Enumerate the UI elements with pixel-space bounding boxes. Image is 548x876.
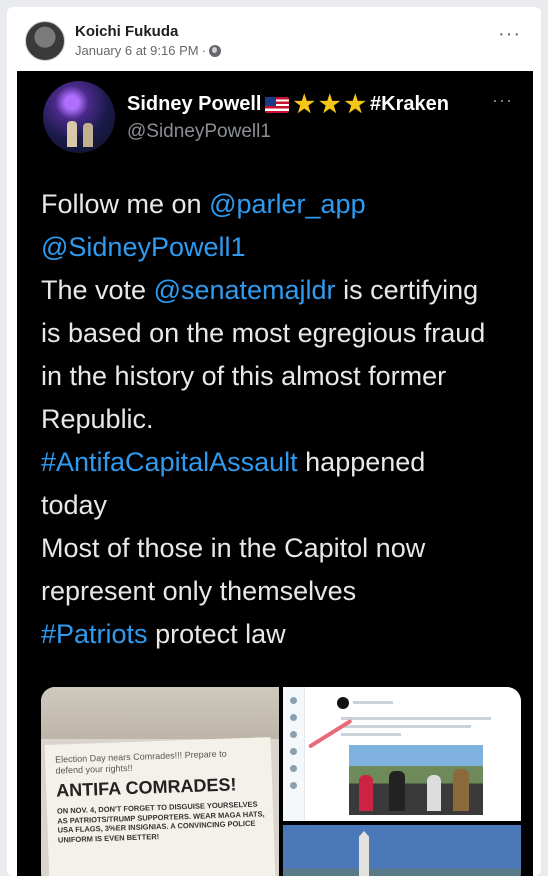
us-flag-icon bbox=[265, 96, 290, 113]
sidebar-dot bbox=[290, 765, 297, 772]
post-more-options-icon[interactable]: ··· bbox=[498, 24, 521, 44]
tweet-text-segment: happened bbox=[297, 447, 426, 477]
tweet-text-segment: Follow me on bbox=[41, 189, 210, 219]
tweet-text-line: Republic. bbox=[41, 398, 521, 441]
tweet-body: Follow me on @parler_app @SidneyPowell1 Th… bbox=[41, 183, 521, 656]
flyer-body: ON NOV. 4, DON'T FORGET TO DISGUISE YOUR… bbox=[56, 799, 265, 845]
sidebar-dot bbox=[290, 782, 297, 789]
avatar-figure bbox=[67, 121, 77, 147]
tweet-text-line: #AntifaCapitalAssault happened bbox=[41, 441, 521, 484]
tweet-text-line: Most of those in the Capitol now bbox=[41, 527, 521, 570]
monument bbox=[359, 831, 369, 876]
tweet-more-icon: ··· bbox=[492, 90, 513, 110]
tweet-author-avatar bbox=[43, 81, 115, 153]
tweet-handle: @SidneyPowell1 bbox=[127, 121, 271, 142]
photo-background bbox=[41, 687, 279, 739]
screenshot-text-line bbox=[341, 733, 401, 736]
hashtag-link: #AntifaCapitalAssault bbox=[41, 447, 298, 477]
tweet-text-segment: is based on the most egregious fraud bbox=[41, 318, 486, 348]
person bbox=[427, 775, 441, 811]
screenshot-text-line bbox=[353, 701, 393, 704]
screenshot-sidebar bbox=[283, 687, 305, 821]
tweet-name-hashtag: #Kraken bbox=[370, 93, 449, 115]
author-avatar[interactable] bbox=[25, 21, 65, 61]
tweet-text-segment: Most of those in the Capitol now bbox=[41, 533, 426, 563]
tweet-display-name: Sidney Powell bbox=[127, 93, 262, 115]
star-icon: ★ bbox=[344, 90, 367, 118]
sidebar-dot bbox=[290, 748, 297, 755]
facebook-post-card: Koichi Fukuda January 6 at 9:16 PM · ···… bbox=[7, 7, 541, 876]
globe-icon[interactable] bbox=[208, 44, 221, 57]
screenshot-photo bbox=[349, 745, 483, 815]
screenshot-text-line bbox=[341, 725, 471, 728]
sidebar-dot bbox=[290, 714, 297, 721]
tweet-text-segment: protect law bbox=[147, 619, 286, 649]
tweet-media-grid: Election Day nears Comrades!!! Prepare t… bbox=[41, 687, 521, 876]
star-icon: ★ bbox=[293, 90, 315, 118]
person bbox=[389, 771, 405, 811]
tweet-text-segment: Republic. bbox=[41, 404, 154, 434]
flyer: Election Day nears Comrades!!! Prepare t… bbox=[44, 737, 276, 876]
mention-link: @SidneyPowell1 bbox=[41, 232, 246, 262]
tweet-text-line: The vote @senatemajldr is certifying bbox=[41, 269, 521, 312]
flyer-intro: Election Day nears Comrades!!! Prepare t… bbox=[54, 748, 227, 776]
tweet-text-segment: in the history of this almost former bbox=[41, 361, 447, 391]
post-header: Koichi Fukuda January 6 at 9:16 PM · ··· bbox=[7, 7, 541, 71]
star-icon: ★ bbox=[319, 90, 341, 118]
tweet-text-segment: today bbox=[41, 490, 108, 520]
embedded-tweet-screenshot[interactable]: Sidney Powell ★ ★ ★ #Kraken ··· @SidneyP… bbox=[17, 71, 533, 876]
meta-separator: · bbox=[201, 43, 206, 58]
tweet-text-line: @SidneyPowell1 bbox=[41, 226, 521, 269]
mention-link: @senatemajldr bbox=[153, 275, 336, 305]
author-name[interactable]: Koichi Fukuda bbox=[75, 23, 178, 40]
tweet-text-segment: The vote bbox=[41, 275, 154, 305]
media-tweet-screenshot bbox=[283, 687, 521, 821]
sidebar-dot bbox=[290, 697, 297, 704]
tweet-text-line: in the history of this almost former bbox=[41, 355, 521, 398]
tweet-author-name: Sidney Powell ★ ★ ★ #Kraken bbox=[127, 90, 449, 118]
avatar-figure bbox=[83, 123, 93, 147]
hashtag-link: #Patriots bbox=[41, 619, 148, 649]
tweet-text-segment: is certifying bbox=[335, 275, 479, 305]
screenshot-text-line bbox=[341, 717, 491, 720]
tweet-text-line: represent only themselves bbox=[41, 570, 521, 613]
post-meta: January 6 at 9:16 PM · bbox=[75, 43, 221, 58]
screenshot-avatar bbox=[337, 697, 349, 709]
flyer-headline: ANTIFA COMRADES! bbox=[55, 774, 237, 801]
person bbox=[453, 769, 469, 811]
mention-link: @parler_app bbox=[209, 189, 366, 219]
tweet-text-line: Follow me on @parler_app bbox=[41, 183, 521, 226]
tweet-text-line: today bbox=[41, 484, 521, 527]
tweet-text-line: #Patriots protect law bbox=[41, 613, 521, 656]
media-flyer-photo: Election Day nears Comrades!!! Prepare t… bbox=[41, 687, 279, 876]
tweet-text-segment: represent only themselves bbox=[41, 576, 357, 606]
media-monument-photo bbox=[283, 825, 521, 876]
tweet-text-line: is based on the most egregious fraud bbox=[41, 312, 521, 355]
person bbox=[359, 775, 373, 811]
sidebar-dot bbox=[290, 731, 297, 738]
post-timestamp[interactable]: January 6 at 9:16 PM bbox=[75, 43, 199, 58]
